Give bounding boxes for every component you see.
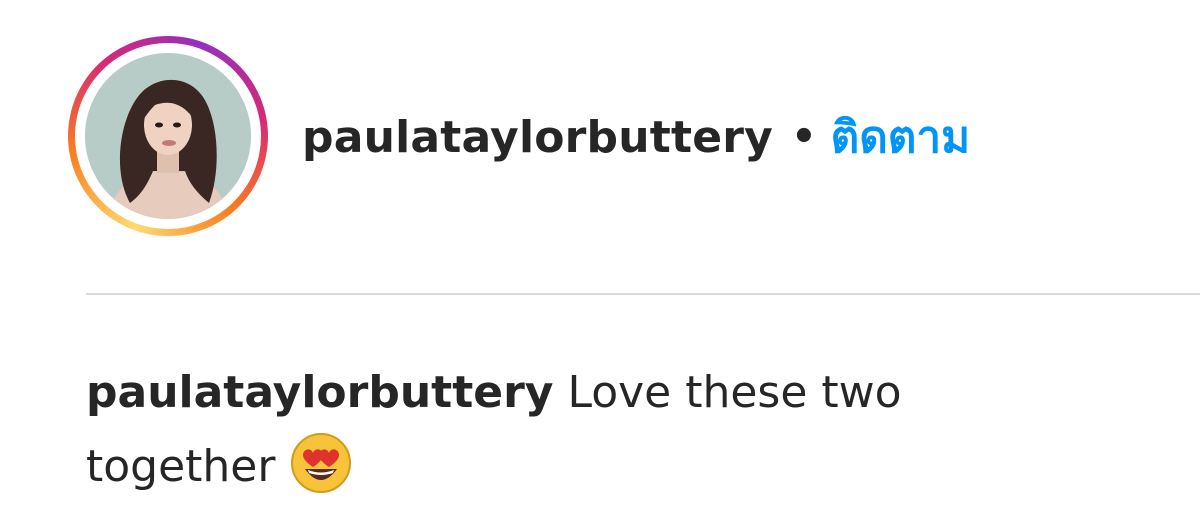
heart-eyes-emoji-icon xyxy=(291,433,352,493)
caption: paulataylorbuttery Love these two togeth… xyxy=(86,356,1046,504)
avatar[interactable] xyxy=(85,53,251,219)
follow-button[interactable]: ติดตาม xyxy=(831,102,970,172)
author-username-link[interactable]: paulataylorbuttery xyxy=(302,112,773,163)
post-header-text: paulataylorbuttery • ติดตาม xyxy=(302,106,970,168)
post-header: paulataylorbuttery • ติดตาม xyxy=(68,36,1168,236)
separator-dot: • xyxy=(791,114,817,160)
caption-username-link[interactable]: paulataylorbuttery xyxy=(86,367,553,418)
avatar-photo-icon xyxy=(85,53,251,219)
instagram-post-panel: paulataylorbuttery • ติดตาม paulataylorb… xyxy=(0,0,1200,522)
story-ring[interactable] xyxy=(68,36,268,236)
divider xyxy=(86,293,1200,295)
